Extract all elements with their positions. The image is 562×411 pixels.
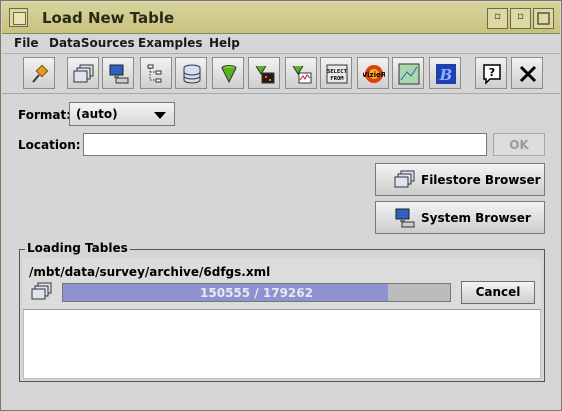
menu-file[interactable]: File (14, 36, 39, 50)
close-window-button[interactable] (511, 57, 543, 89)
vizier-button[interactable]: VizieR (357, 57, 389, 89)
menu-datasources[interactable]: DataSources (49, 36, 135, 50)
menu-help[interactable]: Help (209, 36, 240, 50)
location-label: Location: (18, 138, 81, 152)
minimize-icon[interactable]: ▫ (487, 8, 508, 29)
system-browser-button[interactable] (102, 57, 134, 89)
ok-button[interactable]: OK (493, 133, 545, 156)
bookmark-b-button[interactable]: B (429, 57, 461, 89)
ssap-icon (292, 65, 312, 84)
toolbar: SELECT FROM VizieR B ? (2, 54, 560, 94)
pin-icon (32, 64, 49, 83)
menu-bar: File DataSources Examples Help (2, 34, 560, 54)
sky-map-button[interactable] (392, 57, 424, 89)
svg-text:SELECT: SELECT (327, 69, 348, 75)
pin-button[interactable] (23, 57, 55, 89)
tree-button[interactable] (140, 57, 172, 89)
close-window-icon (519, 65, 537, 83)
tap-button[interactable]: SELECT FROM (320, 57, 352, 89)
title-bar[interactable]: Load New Table ▫ ▫ (2, 2, 560, 34)
location-input[interactable] (83, 133, 487, 156)
menu-examples[interactable]: Examples (138, 36, 203, 50)
filestore-button[interactable] (67, 57, 99, 89)
ssap-button[interactable] (285, 57, 317, 89)
siap-icon (255, 65, 275, 84)
filestore-icon (394, 170, 415, 188)
window-menu-icon[interactable] (9, 8, 28, 27)
svg-text:B: B (439, 66, 453, 84)
help-button[interactable]: ? (475, 57, 507, 89)
system-browser-button[interactable]: System Browser (375, 201, 545, 234)
system-browser-label: System Browser (421, 211, 531, 225)
siap-button[interactable] (248, 57, 280, 89)
svg-text:?: ? (489, 66, 495, 79)
loading-file-path: /mbt/data/survey/archive/6dfgs.xml (29, 265, 271, 279)
progress-text: 150555 / 179262 (200, 286, 313, 300)
load-table-window: Load New Table ▫ ▫ File DataSources Exam… (0, 0, 562, 411)
cone-search-icon (221, 65, 237, 84)
tree-hierarchy-icon (147, 64, 162, 83)
chevron-down-icon (154, 112, 166, 119)
database-button[interactable] (175, 57, 207, 89)
vizier-icon: VizieR (363, 65, 385, 83)
help-icon: ? (483, 64, 501, 85)
svg-text:FROM: FROM (330, 76, 344, 82)
select-from-icon: SELECT FROM (326, 64, 348, 84)
format-select[interactable]: (auto) (69, 102, 175, 126)
progress-bar: 150555 / 179262 (62, 283, 451, 302)
filestore-icon (31, 282, 52, 300)
sky-map-icon (398, 63, 420, 85)
bookmark-b-icon: B (436, 64, 456, 84)
system-browser-icon (109, 64, 129, 84)
system-browser-icon (395, 208, 415, 228)
close-icon[interactable] (533, 8, 554, 29)
cancel-button[interactable]: Cancel (461, 281, 535, 304)
filestore-browser-button[interactable]: Filestore Browser (375, 163, 545, 196)
svg-text:VizieR: VizieR (363, 71, 385, 79)
cone-search-button[interactable] (212, 57, 244, 89)
filestore-icon (73, 64, 94, 83)
maximize-icon[interactable]: ▫ (510, 8, 531, 29)
window-title: Load New Table (42, 9, 175, 27)
format-label: Format: (18, 108, 72, 122)
filestore-browser-label: Filestore Browser (421, 173, 541, 187)
format-value: (auto) (76, 107, 118, 121)
database-icon (183, 64, 201, 84)
loading-tables-title: Loading Tables (25, 241, 130, 255)
